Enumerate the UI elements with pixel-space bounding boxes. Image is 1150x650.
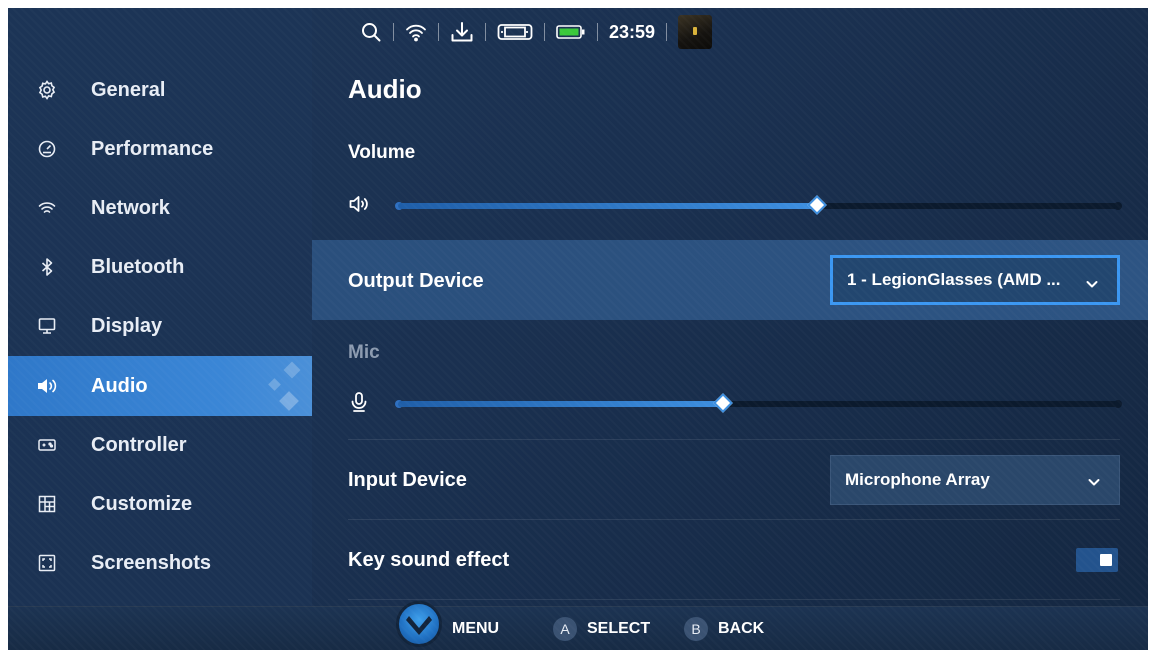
screenshot-icon: [36, 552, 58, 574]
divider: [348, 519, 1120, 520]
sidebar-item-label: Network: [91, 196, 170, 219]
b-button-icon: B: [684, 617, 708, 641]
mic-slider-row: [348, 388, 1122, 418]
sidebar-item-general[interactable]: General: [8, 61, 312, 119]
mic-label: Mic: [348, 342, 380, 363]
output-device-dropdown[interactable]: 1 - LegionGlasses (AMD ...: [830, 255, 1120, 305]
slider-end: [1114, 202, 1122, 210]
divider: [348, 439, 1120, 440]
key-sound-label: Key sound effect: [348, 549, 510, 571]
input-device-label: Input Device: [348, 469, 467, 491]
slider-end: [1114, 400, 1122, 408]
input-device-value: Microphone Array: [845, 470, 990, 489]
clock: 23:59: [609, 21, 656, 42]
hint-bar: MENU A SELECT B BACK: [8, 601, 1148, 650]
hint-back[interactable]: B BACK: [684, 607, 764, 650]
sidebar-item-label: Bluetooth: [91, 255, 185, 278]
legion-menu-icon[interactable]: [396, 601, 442, 647]
sidebar-item-screenshots[interactable]: Screenshots: [8, 534, 312, 592]
sidebar: General Performance Network Bluetooth Di…: [8, 8, 312, 606]
avatar[interactable]: [678, 15, 713, 49]
decoration: [268, 378, 281, 391]
separator: [666, 23, 668, 41]
status-bar: 23:59: [360, 14, 713, 50]
sidebar-item-network[interactable]: Network: [8, 179, 312, 237]
gear-icon: [36, 79, 58, 101]
monitor-icon: [36, 315, 58, 337]
hint-select-label: SELECT: [587, 620, 651, 637]
volume-fill: [398, 203, 817, 209]
speaker-icon: [36, 375, 58, 397]
chevron-down-icon: [1085, 276, 1099, 290]
separator: [544, 23, 545, 41]
separator: [438, 23, 439, 41]
hint-select[interactable]: A SELECT: [553, 607, 650, 650]
input-device-dropdown[interactable]: Microphone Array: [830, 455, 1120, 505]
sidebar-item-label: Controller: [91, 433, 187, 456]
hint-menu-label: MENU: [452, 620, 500, 637]
wifi-icon: [36, 197, 58, 219]
sidebar-item-label: Performance: [91, 137, 214, 160]
toggle-knob: [1100, 554, 1112, 566]
sidebar-item-bluetooth[interactable]: Bluetooth: [8, 238, 312, 296]
volume-slider-handle[interactable]: [806, 195, 827, 215]
decoration: [279, 391, 299, 411]
settings-window: General Performance Network Bluetooth Di…: [8, 8, 1148, 650]
mic-slider[interactable]: [395, 393, 1122, 413]
sidebar-item-label: Customize: [91, 492, 193, 515]
separator: [597, 23, 598, 41]
separator: [485, 23, 486, 41]
sidebar-item-label: General: [91, 78, 166, 101]
hint-menu: MENU: [452, 607, 499, 650]
volume-slider[interactable]: [395, 195, 1122, 215]
sidebar-item-customize[interactable]: Customize: [8, 475, 312, 533]
sidebar-item-performance[interactable]: Performance: [8, 120, 312, 178]
output-device-label: Output Device: [348, 270, 484, 292]
key-sound-toggle[interactable]: [1076, 548, 1118, 572]
sidebar-item-label: Audio: [91, 374, 148, 397]
separator: [393, 23, 394, 41]
speaker-icon: [348, 193, 370, 215]
download-icon[interactable]: [450, 21, 474, 43]
wifi-icon: [405, 22, 427, 42]
sidebar-item-controller[interactable]: Controller: [8, 416, 312, 474]
grid-icon: [36, 493, 58, 515]
search-icon[interactable]: [360, 21, 382, 43]
output-device-value: 1 - LegionGlasses (AMD ...: [847, 270, 1061, 289]
page-title: Audio: [348, 74, 422, 104]
sidebar-item-label: Display: [91, 314, 163, 337]
sidebar-item-audio[interactable]: Audio: [8, 356, 312, 416]
volume-slider-row: [348, 190, 1122, 220]
hint-back-label: BACK: [718, 620, 765, 637]
decoration: [283, 361, 301, 379]
volume-label: Volume: [348, 142, 416, 163]
microphone-icon: [348, 391, 370, 413]
mic-fill: [398, 401, 723, 407]
a-button-icon: A: [553, 617, 577, 641]
sidebar-item-display[interactable]: Display: [8, 297, 312, 355]
bluetooth-icon: [36, 256, 58, 278]
divider: [348, 599, 1120, 600]
battery-icon: [556, 23, 586, 41]
sidebar-item-label: Screenshots: [91, 551, 212, 574]
controller-icon: [36, 434, 58, 456]
gauge-icon: [36, 138, 58, 160]
mic-slider-handle[interactable]: [712, 393, 733, 413]
chevron-down-icon: [1087, 474, 1101, 488]
device-icon: [497, 22, 533, 42]
